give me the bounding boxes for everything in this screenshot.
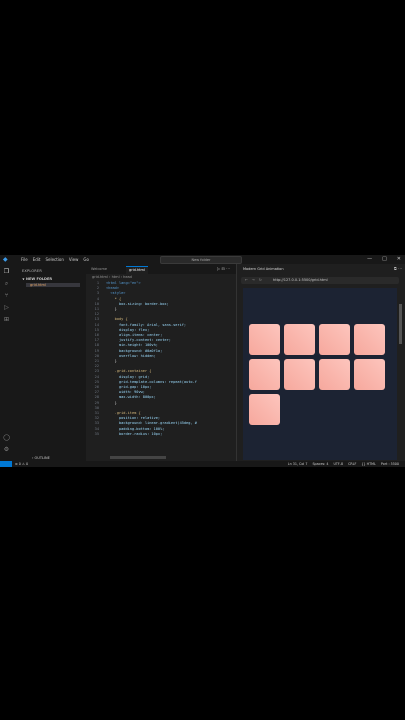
code-line: } xyxy=(106,400,117,405)
status-item[interactable]: UTF-8 xyxy=(333,461,343,467)
command-center-search[interactable]: New folder xyxy=(160,256,242,264)
menu-bar: File Edit Selection View Go xyxy=(21,257,89,262)
maximize-button[interactable]: □ xyxy=(382,256,387,262)
code-line: border-radius: 10px; xyxy=(106,431,163,436)
menu-view[interactable]: View xyxy=(69,257,79,262)
grid-item xyxy=(249,359,280,390)
grid-item xyxy=(319,359,350,390)
status-bar: ⊗ 0 ⚠ 0 Ln 31, Col 7 Spaces: 4 UTF-8 CRLF {}… xyxy=(0,461,405,467)
explorer-header: EXPLORER xyxy=(22,269,42,273)
url-bar[interactable]: ←→↻ http://127.0.0.1:5500/grid.html xyxy=(241,277,399,284)
extensions-icon[interactable]: ⊞ xyxy=(3,316,10,323)
search-icon[interactable]: ⌕ xyxy=(3,280,10,287)
status-item[interactable]: CRLF xyxy=(348,461,356,467)
title-bar: ◆ File Edit Selection View Go New folder… xyxy=(0,255,405,264)
status-item[interactable]: Ln 31, Col 7 xyxy=(288,461,308,467)
close-button[interactable]: ✕ xyxy=(397,256,401,262)
grid-item xyxy=(249,394,280,425)
status-item[interactable]: Port : 5500 xyxy=(381,461,399,467)
window-controls: — □ ✕ xyxy=(367,256,401,262)
editor-tabs: Welcome grid.html ▷ ⊟ ⋯ xyxy=(86,264,236,274)
vscode-logo-icon: ◆ xyxy=(3,255,8,263)
line-number: 35 xyxy=(94,431,99,436)
grid-item xyxy=(319,324,350,355)
preview-tab[interactable]: Modern Grid Animation xyxy=(243,266,284,273)
vscode-window: ◆ File Edit Selection View Go New folder… xyxy=(0,255,405,467)
breadcrumb[interactable]: grid.html › html › head xyxy=(92,275,132,279)
preview-actions-icon[interactable]: ⧉ ⋯ xyxy=(394,266,402,271)
code-line: } xyxy=(106,307,117,311)
run-debug-icon[interactable]: ▷ xyxy=(3,304,10,311)
menu-go[interactable]: Go xyxy=(83,257,89,262)
activity-bar: ❐ ⌕ ⑂ ▷ ⊞ ◯ ⚙ xyxy=(0,264,12,461)
status-item[interactable]: Spaces: 4 xyxy=(312,461,328,467)
source-control-icon[interactable]: ⑂ xyxy=(3,292,10,299)
preview-viewport xyxy=(243,288,397,460)
code-line: } xyxy=(106,359,117,363)
outline-section[interactable]: › OUTLINE xyxy=(32,456,50,460)
live-preview-panel: Modern Grid Animation ⧉ ⋯ ←→↻ http://127… xyxy=(236,264,405,461)
explorer-sidebar: EXPLORER ∨ NEW FOLDER grid.html › OUTLIN… xyxy=(12,264,87,466)
code-editor[interactable]: 1 <html lang="en"> 2 <head> 3 <style> 4 * {10… xyxy=(86,281,236,461)
settings-gear-icon[interactable]: ⚙ xyxy=(3,446,10,453)
grid-item xyxy=(284,324,315,355)
problems-count[interactable]: ⊗ 0 ⚠ 0 xyxy=(15,461,28,467)
account-icon[interactable]: ◯ xyxy=(3,434,10,441)
vertical-scrollbar[interactable] xyxy=(399,304,402,344)
grid-item xyxy=(249,324,280,355)
grid-item xyxy=(354,359,385,390)
grid-item xyxy=(354,324,385,355)
explorer-icon[interactable]: ❐ xyxy=(3,268,10,275)
menu-edit[interactable]: Edit xyxy=(33,257,41,262)
remote-indicator[interactable] xyxy=(0,461,12,467)
tab-grid-html[interactable]: grid.html xyxy=(126,266,148,274)
menu-selection[interactable]: Selection xyxy=(45,257,63,262)
status-item[interactable]: {} HTML xyxy=(361,461,375,467)
url-text: http://127.0.0.1:5500/grid.html xyxy=(273,278,328,282)
status-right-items: Ln 31, Col 7 Spaces: 4 UTF-8 CRLF {} HTML Por… xyxy=(288,461,399,467)
run-icon[interactable]: ▷ ⊟ ⋯ xyxy=(217,266,230,271)
editor-group: Welcome grid.html ▷ ⊟ ⋯ grid.html › html… xyxy=(86,264,236,461)
tab-welcome[interactable]: Welcome xyxy=(88,266,110,273)
file-grid-html[interactable]: grid.html xyxy=(26,283,80,287)
nav-arrows-icon[interactable]: ←→↻ xyxy=(245,277,266,284)
grid-item xyxy=(284,359,315,390)
horizontal-scrollbar[interactable] xyxy=(110,456,166,459)
minimize-button[interactable]: — xyxy=(367,256,372,262)
menu-file[interactable]: File xyxy=(21,257,28,262)
folder-new-folder[interactable]: ∨ NEW FOLDER xyxy=(22,277,52,281)
